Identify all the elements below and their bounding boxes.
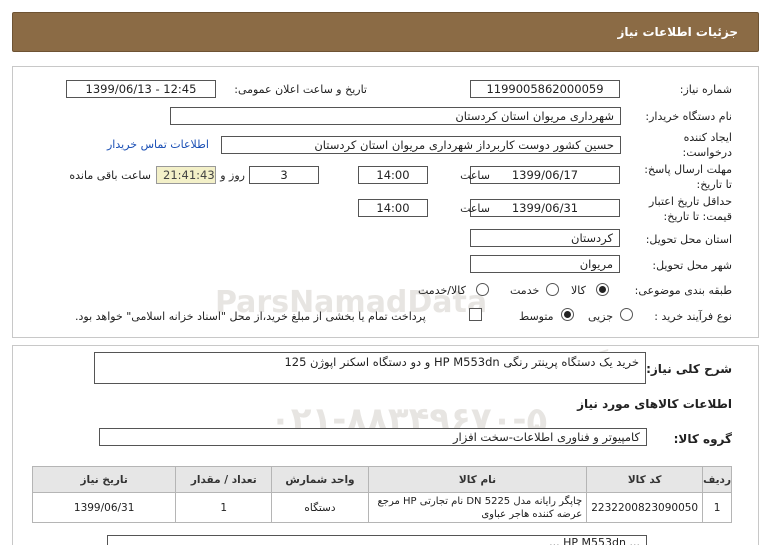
deadline-date-field: 1399/06/17 [470,166,620,184]
cell-date: 1399/06/31 [31,492,177,523]
goods-info-title: اطلاعات کالاهای مورد نیاز [577,397,732,411]
city-label: شهر محل تحویل: [652,259,732,272]
deadline-label-line2: تا تاریخ: [696,178,732,191]
process-medium-radio[interactable] [561,308,574,321]
need-number-field: 1199005862000059 [470,80,620,98]
treasury-payment-checkbox[interactable] [469,308,482,321]
days-and-label: روز و [220,169,245,182]
buyer-contact-link[interactable]: اطلاعات تماس خریدار [107,138,209,151]
col-unit-header: واحد شمارش [271,466,369,493]
validity-date-field: 1399/06/31 [470,199,620,217]
category-label: طبقه بندی موضوعی: [634,284,732,297]
item-description-field: ... HP M553dn ... [107,535,647,545]
process-minor-label: جزیی [588,310,614,323]
deadline-label-line1: مهلت ارسال پاسخ: [644,163,732,176]
category-goods-service-label: کالا/خدمت [418,284,466,297]
cell-qty: 1 [175,492,273,523]
category-goods-radio[interactable] [596,283,609,296]
goods-group-label: گروه کالا: [673,432,732,446]
deadline-time-field: 14:00 [358,166,428,184]
requester-label-line2: درخواست: [682,146,732,159]
process-label: نوع فرآیند خرید : [654,310,732,323]
need-number-label: شماره نیاز: [679,83,732,96]
remaining-clock: 21:41:43 [156,166,216,184]
province-field: کردستان [470,229,620,247]
validity-label-line1: حداقل تاریخ اعتبار [648,195,732,208]
province-label: استان محل تحویل: [645,233,732,246]
cell-name: چاپگر رایانه مدل DN 5225 نام تجارتی HP م… [367,492,588,523]
table-header-row: ردیف کد کالا نام کالا واحد شمارش تعداد /… [31,466,732,493]
cell-unit: دستگاه [271,492,369,523]
cell-row: 1 [702,492,732,523]
col-qty-header: تعداد / مقدار [175,466,273,493]
buyer-org-field: شهرداری مریوان استان کردستان [170,107,621,125]
goods-group-field: کامپیوتر و فناوری اطلاعات-سخت افزار [99,428,647,446]
col-date-header: تاریخ نیاز [31,466,177,493]
validity-label-line2: قیمت: تا تاریخ: [663,210,732,223]
announce-datetime-label: تاریخ و ساعت اعلان عمومی: [234,83,367,96]
col-code-header: کد کالا [586,466,704,493]
treasury-payment-note: پرداخت تمام یا بخشی از مبلغ خرید،از محل … [75,310,426,323]
announce-datetime-field: 1399/06/13 - 12:45 [66,80,216,98]
validity-time-label: ساعت [460,202,490,215]
page-header: جزئیات اطلاعات نیاز [12,12,759,52]
goods-table: ردیف کد کالا نام کالا واحد شمارش تعداد /… [31,466,732,523]
category-goods-service-radio[interactable] [476,283,489,296]
description-field: خرید یک دستگاه پرینتر رنگی HP M553dn و د… [94,352,646,384]
category-service-label: خدمت [510,284,540,297]
process-medium-label: متوسط [519,310,554,323]
category-goods-label: کالا [571,284,586,297]
requester-field: حسین کشور دوست کاربرداز شهرداری مریوان ا… [221,136,621,154]
process-minor-radio[interactable] [620,308,633,321]
table-row[interactable]: 1 2232200823090050 چاپگر رایانه مدل DN 5… [31,492,732,523]
buyer-org-label: نام دستگاه خریدار: [645,110,732,123]
validity-time-field: 14:00 [358,199,428,217]
deadline-time-label: ساعت [460,169,490,182]
requester-label-line1: ایجاد کننده [683,131,732,144]
col-name-header: نام کالا [367,466,588,493]
city-field: مریوان [470,255,620,273]
cell-code: 2232200823090050 [586,492,704,523]
days-remaining-field: 3 [249,166,319,184]
page-title: جزئیات اطلاعات نیاز [617,25,738,39]
description-label: شرح کلی نیاز: [646,362,732,376]
col-row-header: ردیف [702,466,732,493]
remaining-label: ساعت باقی مانده [69,169,151,182]
category-service-radio[interactable] [546,283,559,296]
